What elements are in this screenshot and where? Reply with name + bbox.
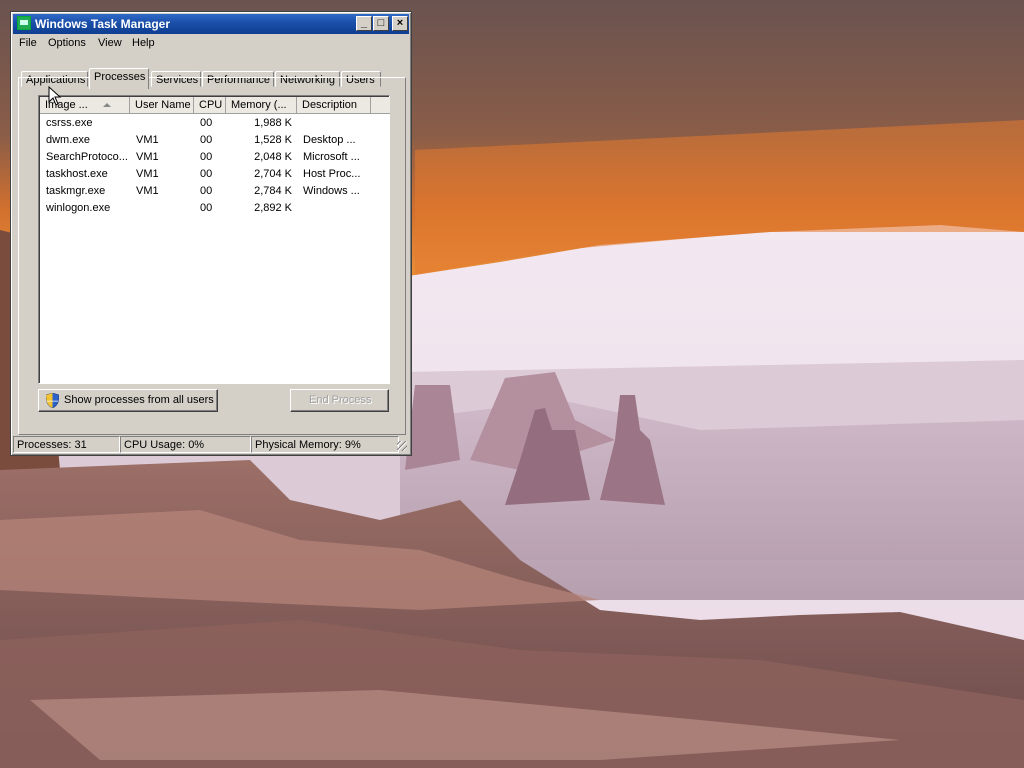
process-description: Microsoft ... — [303, 151, 360, 163]
process-user: VM1 — [136, 134, 159, 146]
status-physical-memory: Physical Memory: 9% — [251, 436, 399, 453]
menu-view[interactable]: View — [94, 37, 126, 49]
column-description[interactable]: Description — [297, 97, 371, 114]
process-memory: 2,784 K — [254, 185, 292, 197]
menu-options[interactable]: Options — [44, 37, 90, 49]
process-name: winlogon.exe — [46, 202, 111, 214]
table-row[interactable]: dwm.exe VM1 00 1,528 K Desktop ... — [40, 132, 388, 149]
process-user: VM1 — [136, 168, 159, 180]
column-cpu[interactable]: CPU — [194, 97, 226, 114]
table-row[interactable]: taskmgr.exe VM1 00 2,784 K Windows ... — [40, 183, 388, 200]
process-name: taskhost.exe — [46, 168, 108, 180]
window-title: Windows Task Manager — [35, 17, 171, 31]
process-cpu: 00 — [200, 134, 213, 146]
process-description: Host Proc... — [303, 168, 361, 180]
column-filler — [371, 97, 390, 114]
process-name: csrss.exe — [46, 117, 93, 129]
table-row[interactable]: SearchProtoco... VM1 00 2,048 K Microsof… — [40, 149, 388, 166]
process-name: taskmgr.exe — [46, 185, 106, 197]
uac-shield-icon — [46, 393, 59, 408]
process-memory: 2,048 K — [254, 151, 292, 163]
status-cpu-usage: CPU Usage: 0% — [120, 436, 251, 453]
process-cpu: 00 — [200, 151, 213, 163]
process-cpu: 00 — [200, 185, 213, 197]
title-bar[interactable]: Windows Task Manager _ □ × — [13, 14, 409, 34]
process-cpu: 00 — [200, 168, 213, 180]
process-memory: 1,988 K — [254, 117, 292, 129]
end-process-button[interactable]: End Process — [290, 389, 389, 412]
show-all-processes-label: Show processes from all users — [64, 394, 214, 406]
minimize-button[interactable]: _ — [356, 16, 372, 31]
table-row[interactable]: winlogon.exe 00 2,892 K — [40, 200, 388, 217]
process-user: VM1 — [136, 185, 159, 197]
process-name: dwm.exe — [46, 134, 91, 146]
table-row[interactable]: csrss.exe 00 1,988 K — [40, 115, 388, 132]
process-list[interactable]: Image ... User Name CPU Memory (... Desc… — [38, 95, 390, 384]
mouse-pointer-icon — [48, 86, 62, 106]
process-description: Desktop ... — [303, 134, 356, 146]
resize-grip-icon[interactable] — [397, 441, 407, 451]
status-bar: Processes: 31 CPU Usage: 0% Physical Mem… — [13, 436, 409, 453]
process-memory: 2,892 K — [254, 202, 292, 214]
show-all-processes-button[interactable]: Show processes from all users — [38, 389, 218, 412]
tab-processes[interactable]: Processes — [89, 68, 149, 89]
process-user: VM1 — [136, 151, 159, 163]
close-button[interactable]: × — [392, 16, 408, 31]
menu-help[interactable]: Help — [128, 37, 159, 49]
table-row[interactable]: taskhost.exe VM1 00 2,704 K Host Proc... — [40, 166, 388, 183]
list-header: Image ... User Name CPU Memory (... Desc… — [40, 97, 390, 114]
menu-file[interactable]: File — [15, 37, 41, 49]
end-process-label: End Process — [309, 394, 372, 406]
task-manager-window: Windows Task Manager _ □ × File Options … — [10, 11, 412, 456]
process-name: SearchProtoco... — [46, 151, 128, 163]
column-user-name[interactable]: User Name — [130, 97, 194, 114]
column-memory[interactable]: Memory (... — [226, 97, 297, 114]
process-memory: 2,704 K — [254, 168, 292, 180]
process-description: Windows ... — [303, 185, 360, 197]
process-cpu: 00 — [200, 202, 213, 214]
maximize-button[interactable]: □ — [373, 16, 389, 31]
process-cpu: 00 — [200, 117, 213, 129]
status-processes: Processes: 31 — [13, 436, 120, 453]
process-memory: 1,528 K — [254, 134, 292, 146]
sort-ascending-icon — [103, 103, 111, 107]
task-manager-icon — [17, 16, 31, 30]
menu-bar: File Options View Help — [13, 35, 409, 53]
